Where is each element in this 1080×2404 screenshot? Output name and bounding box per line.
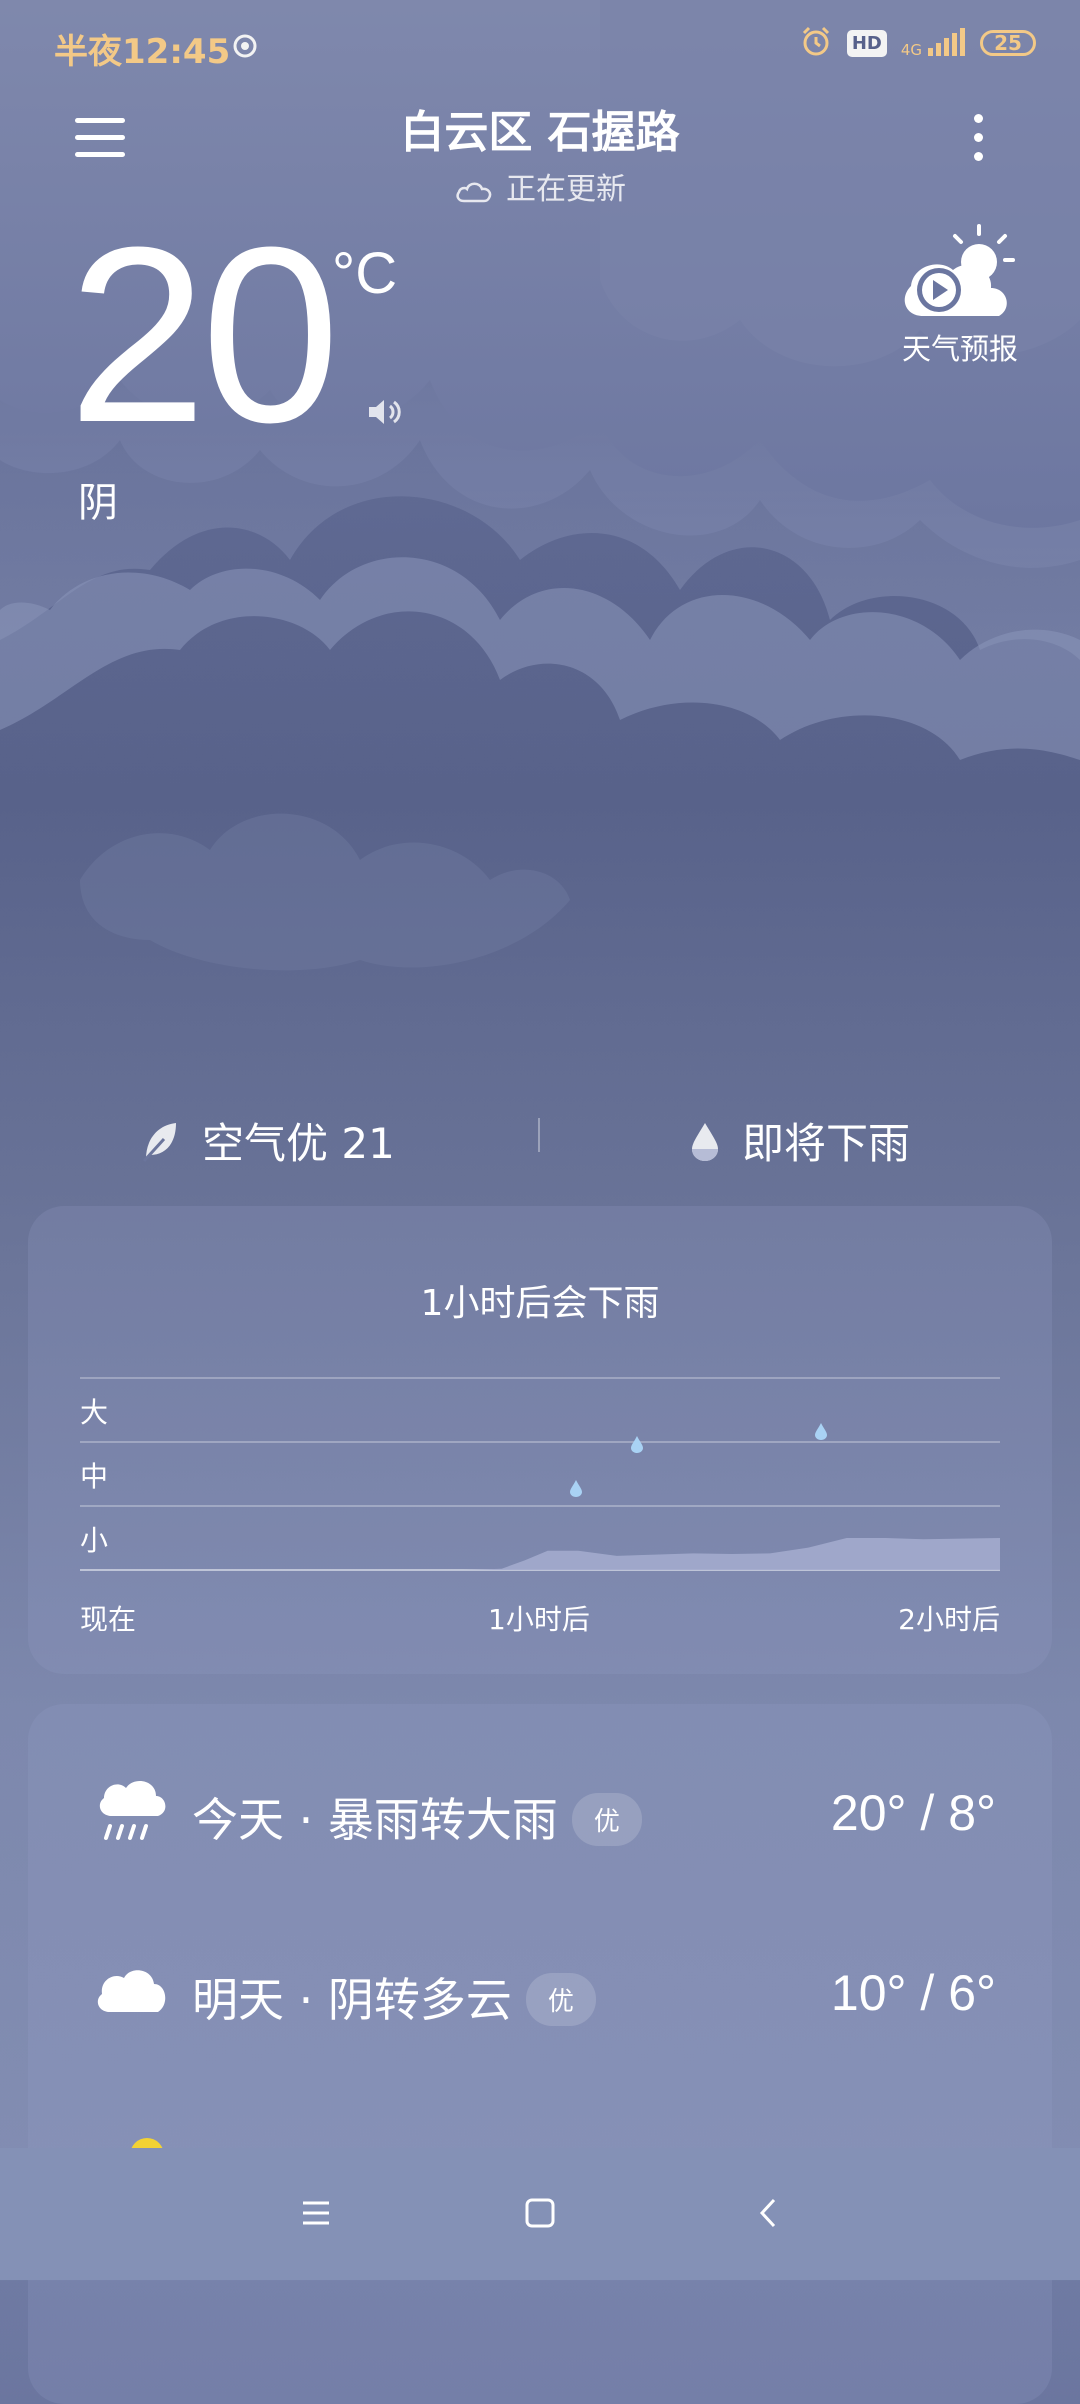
status-time: 半夜12:45 (54, 32, 231, 72)
forecast-video-button[interactable]: 天气预报 (892, 224, 1028, 368)
day-condition: 阴转多云 (327, 1973, 512, 2027)
air-quality-text: 空气优 21 (202, 1119, 395, 1168)
menu-icon (303, 2201, 329, 2225)
daily-row-today[interactable]: 今天 · 暴雨转大雨优 20° / 8° (28, 1762, 1052, 1862)
rain-indicator-text: 即将下雨 (742, 1119, 911, 1168)
alarm-icon (230, 30, 260, 64)
current-temperature: 20 (68, 195, 340, 474)
x-label-now: 现在 (80, 1603, 137, 1636)
forecast-video-label: 天气预报 (901, 332, 1018, 366)
home-nav-button[interactable] (500, 2178, 580, 2248)
air-quality-indicator[interactable]: 空气优 21 (140, 1110, 395, 1171)
indicator-row: 空气优 21 即将下雨 (0, 1110, 1080, 1170)
level-label-medium: 中 (80, 1460, 108, 1493)
battery-indicator: 25 (980, 30, 1036, 56)
aqi-badge: 优 (571, 1793, 642, 1846)
back-icon (759, 2198, 776, 2228)
back-nav-button[interactable] (728, 2178, 808, 2248)
rain-indicator[interactable]: 即将下雨 (690, 1110, 910, 1171)
signal-group: 4G (901, 28, 966, 58)
home-icon (525, 2198, 555, 2228)
day-condition: 暴雨转大雨 (327, 1793, 558, 1847)
day-name: 明天 (192, 1973, 284, 2027)
update-status-text: 正在更新 (506, 172, 626, 207)
location-title[interactable]: 白云区 石握路 (0, 96, 1080, 160)
cloud-icon (94, 1956, 170, 2030)
raindrop-3 (815, 1423, 827, 1440)
indicator-divider (538, 1118, 540, 1152)
video-forecast-icon (904, 224, 1015, 316)
network-label: 4G (900, 41, 922, 59)
menu-nav-button[interactable] (276, 2178, 356, 2248)
alarm-clock-icon (799, 24, 833, 62)
weather-condition: 阴 (78, 480, 118, 526)
x-label-2h: 2小时后 (898, 1603, 1000, 1636)
daily-today-text: 今天 · 暴雨转大雨优 (192, 1784, 642, 1850)
day-name: 今天 (192, 1793, 284, 1847)
temperature-unit: °C (332, 241, 398, 306)
signal-icon (928, 28, 965, 56)
level-label-light: 小 (80, 1524, 108, 1557)
raindrop-icon (692, 1122, 718, 1161)
cloud-outline-icon (456, 182, 492, 202)
raindrop-1 (570, 1480, 582, 1497)
level-label-heavy: 大 (80, 1396, 108, 1429)
aqi-badge: 优 (525, 1973, 596, 2026)
leaf-icon (142, 1122, 176, 1162)
day-temperature-range: 20° / 8° (830, 1785, 996, 1841)
daily-tomorrow-text: 明天 · 阴转多云优 (192, 1964, 596, 2030)
speaker-icon[interactable] (366, 396, 406, 432)
daily-row-tomorrow[interactable]: 明天 · 阴转多云优 10° / 6° (28, 1942, 1052, 2042)
x-label-1h: 1小时后 (488, 1603, 590, 1636)
precipitation-area (80, 1538, 1000, 1570)
heavy-rain-icon (94, 1776, 170, 1850)
raindrop-2 (631, 1436, 643, 1453)
navigation-bar (0, 2148, 1080, 2280)
daily-forecast-card: 今天 · 暴雨转大雨优 20° / 8° 明天 · 阴转多云优 10° / 6° (28, 1704, 1052, 2404)
precipitation-card[interactable]: 1小时后会下雨 大 中 小 现在 1小时后 2小时后 (28, 1206, 1052, 1674)
day-temperature-range: 10° / 6° (830, 1965, 996, 2021)
more-options-button[interactable] (955, 110, 1001, 174)
status-bar: 半夜12:45 HD 4G 25 (0, 0, 1080, 95)
hd-badge: HD (846, 29, 887, 57)
